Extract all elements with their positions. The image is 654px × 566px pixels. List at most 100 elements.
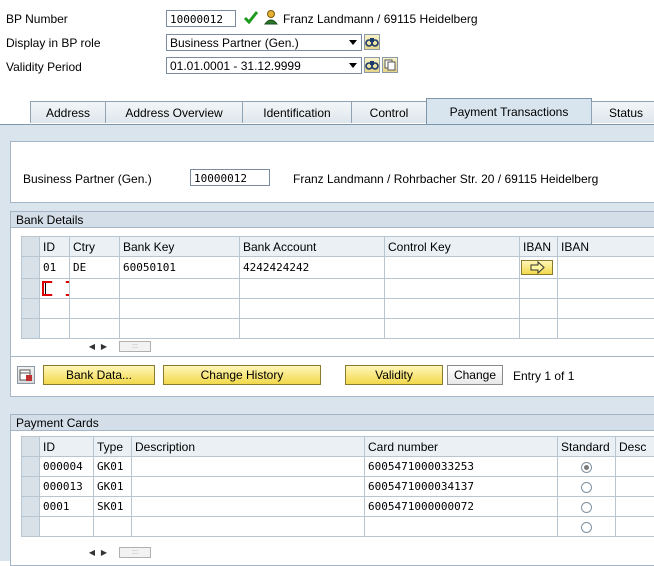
cell-id-active-input[interactable] <box>40 279 70 299</box>
cell-id[interactable]: 000004 <box>40 457 94 477</box>
cell-description[interactable] <box>132 497 365 517</box>
row-selector[interactable] <box>22 457 40 477</box>
tab-address-overview[interactable]: Address Overview <box>105 101 243 123</box>
standard-radio[interactable] <box>581 502 592 513</box>
binoculars-icon[interactable] <box>364 57 380 73</box>
bank-data-button[interactable]: Bank Data... <box>43 365 155 385</box>
col-id[interactable]: ID <box>40 237 70 257</box>
cell-bank-account[interactable]: 4242424242 <box>240 257 385 279</box>
cell-id[interactable] <box>40 517 94 537</box>
scroll-thumb[interactable]: ::: <box>119 341 151 352</box>
chevron-down-icon[interactable] <box>346 57 360 74</box>
scroll-left-icon[interactable]: ◀ <box>87 546 97 559</box>
standard-radio[interactable] <box>581 482 592 493</box>
row-selector[interactable] <box>22 497 40 517</box>
cell-ctry[interactable]: DE <box>70 257 120 279</box>
cell-description[interactable] <box>132 457 365 477</box>
table-row[interactable] <box>22 299 654 319</box>
cell-bank-account[interactable] <box>240 279 385 299</box>
col-iban-button[interactable]: IBAN <box>520 237 558 257</box>
cell-desc[interactable] <box>616 497 654 517</box>
row-selector[interactable] <box>22 299 40 319</box>
validity-button[interactable]: Validity <box>345 365 443 385</box>
chevron-down-icon[interactable] <box>346 34 360 51</box>
cell-type[interactable]: SK01 <box>94 497 132 517</box>
row-selector[interactable] <box>22 279 40 299</box>
table-settings-icon[interactable] <box>17 366 35 384</box>
table-row[interactable]: 01 DE 60050101 4242424242 <box>22 257 654 279</box>
display-role-select[interactable]: Business Partner (Gen.) <box>166 34 362 51</box>
cell-bank-account[interactable] <box>240 299 385 319</box>
row-selector[interactable] <box>22 517 40 537</box>
col-card-number[interactable]: Card number <box>365 437 558 457</box>
cell-description[interactable] <box>132 517 365 537</box>
bp-info-number-field[interactable]: 10000012 <box>190 169 270 186</box>
standard-radio[interactable] <box>581 522 592 533</box>
copy-icon[interactable] <box>382 57 398 73</box>
cell-id[interactable] <box>40 299 70 319</box>
cell-card-number[interactable]: 6005471000033253 <box>365 457 558 477</box>
tab-status[interactable]: Status <box>591 101 654 123</box>
cell-iban[interactable] <box>558 299 654 319</box>
scroll-thumb[interactable]: ::: <box>119 547 151 558</box>
cell-bank-account[interactable] <box>240 319 385 339</box>
select-all-cell[interactable] <box>22 437 40 457</box>
table-row[interactable] <box>22 279 654 299</box>
payment-cards-hscroll[interactable]: ◀ ▶ ::: <box>87 546 187 559</box>
tab-identification[interactable]: Identification <box>242 101 352 123</box>
cell-desc[interactable] <box>616 457 654 477</box>
col-iban[interactable]: IBAN <box>558 237 654 257</box>
cell-id[interactable]: 000013 <box>40 477 94 497</box>
cell-iban[interactable] <box>558 319 654 339</box>
change-button[interactable]: Change <box>447 365 503 385</box>
cell-type[interactable]: GK01 <box>94 477 132 497</box>
col-ctry[interactable]: Ctry <box>70 237 120 257</box>
cell-iban[interactable] <box>558 257 654 279</box>
row-selector[interactable] <box>22 477 40 497</box>
select-all-cell[interactable] <box>22 237 40 257</box>
cell-ctry[interactable] <box>70 299 120 319</box>
col-standard[interactable]: Standard <box>558 437 616 457</box>
col-type[interactable]: Type <box>94 437 132 457</box>
col-bank-key[interactable]: Bank Key <box>120 237 240 257</box>
cell-iban-button[interactable] <box>520 319 558 339</box>
cell-id[interactable] <box>40 319 70 339</box>
cell-bank-key[interactable] <box>120 319 240 339</box>
cell-standard[interactable] <box>558 457 616 477</box>
cell-iban-button[interactable] <box>520 299 558 319</box>
col-description[interactable]: Description <box>132 437 365 457</box>
cell-ctry[interactable] <box>70 319 120 339</box>
cell-iban-button[interactable] <box>520 257 558 279</box>
cell-id[interactable]: 01 <box>40 257 70 279</box>
col-desc[interactable]: Desc <box>616 437 654 457</box>
scroll-right-icon[interactable]: ▶ <box>99 546 109 559</box>
cell-desc[interactable] <box>616 477 654 497</box>
row-selector[interactable] <box>22 257 40 279</box>
table-row[interactable]: 000004 GK01 6005471000033253 <box>22 457 654 477</box>
standard-radio[interactable] <box>581 462 592 473</box>
bank-details-hscroll[interactable]: ◀ ▶ ::: <box>87 340 187 353</box>
tab-control[interactable]: Control <box>351 101 427 123</box>
cell-card-number[interactable]: 6005471000034137 <box>365 477 558 497</box>
col-control-key[interactable]: Control Key <box>385 237 520 257</box>
cell-control-key[interactable] <box>385 279 520 299</box>
col-bank-account[interactable]: Bank Account <box>240 237 385 257</box>
cell-iban[interactable] <box>558 279 654 299</box>
row-selector[interactable] <box>22 319 40 339</box>
cell-standard[interactable] <box>558 497 616 517</box>
validity-select[interactable]: 01.01.0001 - 31.12.9999 <box>166 57 362 74</box>
cell-card-number[interactable]: 6005471000000072 <box>365 497 558 517</box>
tab-payment-transactions[interactable]: Payment Transactions <box>426 98 592 124</box>
cell-control-key[interactable] <box>385 299 520 319</box>
cell-control-key[interactable] <box>385 257 520 279</box>
table-row[interactable]: 0001 SK01 6005471000000072 <box>22 497 654 517</box>
cell-ctry[interactable] <box>70 279 120 299</box>
bp-number-field[interactable]: 10000012 <box>166 10 236 27</box>
cell-standard[interactable] <box>558 477 616 497</box>
cell-description[interactable] <box>132 477 365 497</box>
table-row[interactable]: 000013 GK01 6005471000034137 <box>22 477 654 497</box>
cell-card-number[interactable] <box>365 517 558 537</box>
cell-bank-key[interactable] <box>120 279 240 299</box>
cell-bank-key[interactable]: 60050101 <box>120 257 240 279</box>
cell-id[interactable]: 0001 <box>40 497 94 517</box>
